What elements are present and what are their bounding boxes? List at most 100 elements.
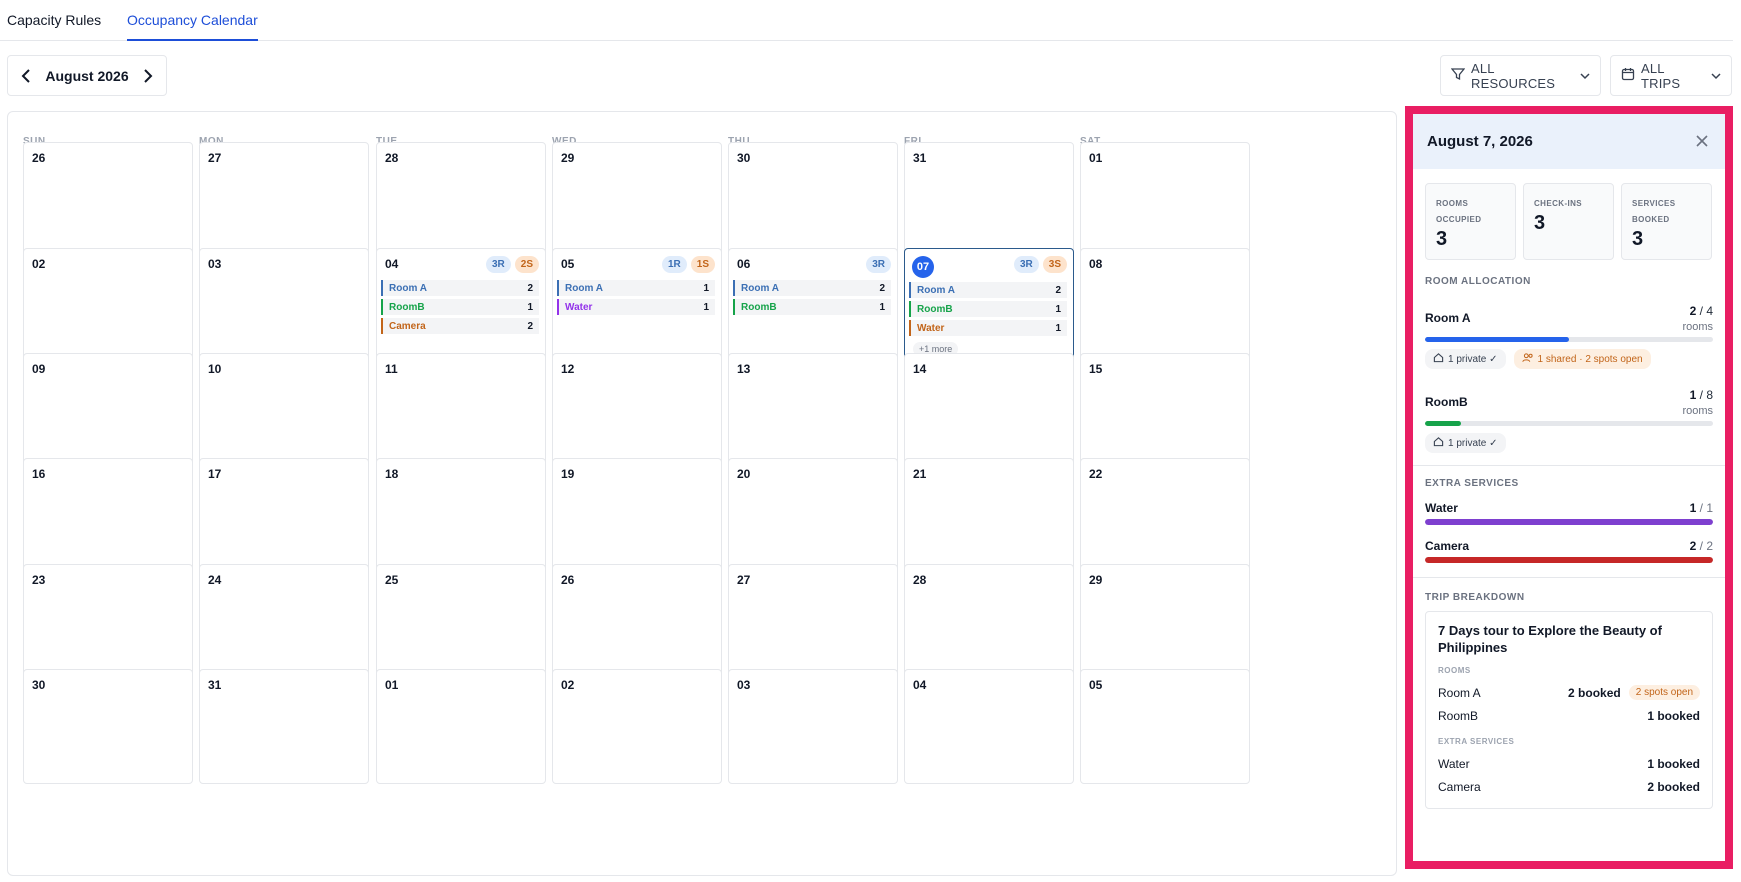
close-icon[interactable] — [1695, 134, 1711, 150]
chevron-left-icon[interactable] — [18, 68, 34, 84]
calendar-day-cell[interactable]: 16 — [23, 458, 193, 573]
resource-name: Room A — [565, 282, 603, 294]
calendar-day-cell[interactable]: 29 — [1080, 564, 1250, 679]
calendar-day-cell[interactable]: 20 — [728, 458, 898, 573]
day-number: 04 — [913, 678, 927, 692]
calendar-day-cell[interactable]: 27 — [199, 142, 369, 257]
calendar-day-cell[interactable]: 18 — [376, 458, 546, 573]
calendar-day-cell[interactable]: 28 — [376, 142, 546, 257]
calendar-day-cell[interactable]: 01 — [376, 669, 546, 784]
resources-filter[interactable]: ALL RESOURCES — [1440, 55, 1601, 96]
calendar-day-cell[interactable]: 25 — [376, 564, 546, 679]
occupancy-calendar: SUNMONTUEWEDTHUFRISAT2627282930310102030… — [7, 111, 1397, 876]
room-chips: 1 private ✓ 1 shared · 2 spots open — [1425, 349, 1713, 369]
day-number: 07 — [912, 256, 934, 278]
calendar-day-cell[interactable]: 19 — [552, 458, 722, 573]
month-label: August 2026 — [45, 67, 129, 84]
calendar-day-cell[interactable]: 29 — [552, 142, 722, 257]
stat-check-ins: CHECK-INS 3 — [1523, 183, 1614, 260]
calendar-day-cell[interactable]: 07 3R 3S Room A 2 RoomB 1 Water 1 +1 more — [904, 248, 1074, 363]
calendar-day-cell[interactable]: 31 — [199, 669, 369, 784]
calendar-day-cell[interactable]: 03 — [199, 248, 369, 363]
resource-count: 1 — [703, 301, 709, 313]
day-number: 17 — [208, 467, 222, 481]
rooms-count-badge: 1R — [661, 256, 687, 273]
extra-services-title: EXTRA SERVICES — [1425, 478, 1519, 489]
day-resource-list: Room A 2 RoomB 1 — [733, 280, 891, 318]
spots-open-badge: 2 spots open — [1628, 685, 1700, 700]
calendar-day-cell[interactable]: 13 — [728, 353, 898, 468]
day-number: 02 — [561, 678, 575, 692]
calendar-day-cell[interactable]: 21 — [904, 458, 1074, 573]
day-resource-list: Room A 2 RoomB 1 Water 1 +1 more — [909, 282, 1067, 357]
tab-bar: Capacity Rules Occupancy Calendar — [0, 0, 1733, 41]
private-chip: 1 private ✓ — [1425, 433, 1506, 453]
calendar-day-cell[interactable]: 12 — [552, 353, 722, 468]
calendar-day-cell[interactable]: 02 — [23, 248, 193, 363]
trip-service-row: Water 1 booked — [1438, 752, 1700, 775]
day-number: 23 — [32, 573, 46, 587]
stat-value: 3 — [1632, 228, 1644, 250]
calendar-day-cell[interactable]: 05 1R 1S Room A 1 Water 1 — [552, 248, 722, 363]
calendar-day-cell[interactable]: 10 — [199, 353, 369, 468]
room-allocation-room-a: Room A 2 / 4 rooms 1 private ✓ 1 shared ·… — [1413, 303, 1725, 369]
capacity-fill — [1425, 337, 1569, 342]
resource-row: RoomB 1 — [381, 299, 539, 315]
day-number: 15 — [1089, 362, 1103, 376]
calendar-day-cell[interactable]: 09 — [23, 353, 193, 468]
calendar-day-cell[interactable]: 14 — [904, 353, 1074, 468]
month-navigator: August 2026 — [7, 55, 167, 96]
calendar-day-cell[interactable]: 27 — [728, 564, 898, 679]
trip-room-name: RoomB — [1438, 708, 1479, 723]
calendar-day-cell[interactable]: 26 — [23, 142, 193, 257]
trip-service-row: Camera 2 booked — [1438, 775, 1700, 798]
calendar-day-cell[interactable]: 04 3R 2S Room A 2 RoomB 1 Camera 2 — [376, 248, 546, 363]
calendar-day-cell[interactable]: 30 — [23, 669, 193, 784]
calendar-day-cell[interactable]: 08 — [1080, 248, 1250, 363]
chevron-down-icon — [1580, 68, 1590, 83]
tab-capacity-rules[interactable]: Capacity Rules — [7, 12, 101, 41]
trip-service-booked: 2 booked — [1647, 779, 1700, 794]
day-number: 09 — [32, 362, 46, 376]
private-chip: 1 private ✓ — [1425, 349, 1506, 369]
capacity-fill — [1425, 519, 1713, 525]
calendar-day-cell[interactable]: 04 — [904, 669, 1074, 784]
trip-room-row: RoomB 1 booked — [1438, 704, 1700, 727]
day-number: 03 — [208, 257, 222, 271]
calendar-day-cell[interactable]: 24 — [199, 564, 369, 679]
day-detail-panel: August 7, 2026 ROOMS OCCUPIED 3 CHECK-IN… — [1405, 106, 1733, 869]
trip-name: 7 Days tour to Explore the Beauty of Phi… — [1438, 623, 1662, 655]
calendar-day-cell[interactable]: 28 — [904, 564, 1074, 679]
calendar-day-cell[interactable]: 15 — [1080, 353, 1250, 468]
day-number: 28 — [385, 151, 399, 165]
calendar-day-cell[interactable]: 11 — [376, 353, 546, 468]
day-number: 10 — [208, 362, 222, 376]
day-number: 04 — [385, 257, 399, 271]
day-number: 13 — [737, 362, 751, 376]
resource-row: Room A 2 — [733, 280, 891, 296]
day-number: 06 — [737, 257, 751, 271]
chevron-right-icon[interactable] — [140, 68, 156, 84]
resource-count: 2 — [527, 320, 533, 332]
panel-date-title: August 7, 2026 — [1427, 133, 1533, 150]
tab-occupancy-calendar[interactable]: Occupancy Calendar — [127, 12, 258, 41]
day-number: 01 — [1089, 151, 1103, 165]
calendar-icon — [1621, 67, 1635, 84]
calendar-day-cell[interactable]: 30 — [728, 142, 898, 257]
calendar-day-cell[interactable]: 22 — [1080, 458, 1250, 573]
room-used: 1 — [1689, 388, 1697, 402]
trips-filter-label: ALL TRIPS — [1641, 60, 1681, 91]
calendar-day-cell[interactable]: 26 — [552, 564, 722, 679]
calendar-day-cell[interactable]: 01 — [1080, 142, 1250, 257]
calendar-day-cell[interactable]: 05 — [1080, 669, 1250, 784]
calendar-day-cell[interactable]: 02 — [552, 669, 722, 784]
day-number: 02 — [32, 257, 46, 271]
day-number: 16 — [32, 467, 46, 481]
calendar-day-cell[interactable]: 17 — [199, 458, 369, 573]
trips-filter[interactable]: ALL TRIPS — [1610, 55, 1732, 96]
calendar-day-cell[interactable]: 23 — [23, 564, 193, 679]
calendar-day-cell[interactable]: 06 3R Room A 2 RoomB 1 — [728, 248, 898, 363]
calendar-day-cell[interactable]: 03 — [728, 669, 898, 784]
calendar-day-cell[interactable]: 31 — [904, 142, 1074, 257]
resource-count: 2 — [879, 282, 885, 294]
